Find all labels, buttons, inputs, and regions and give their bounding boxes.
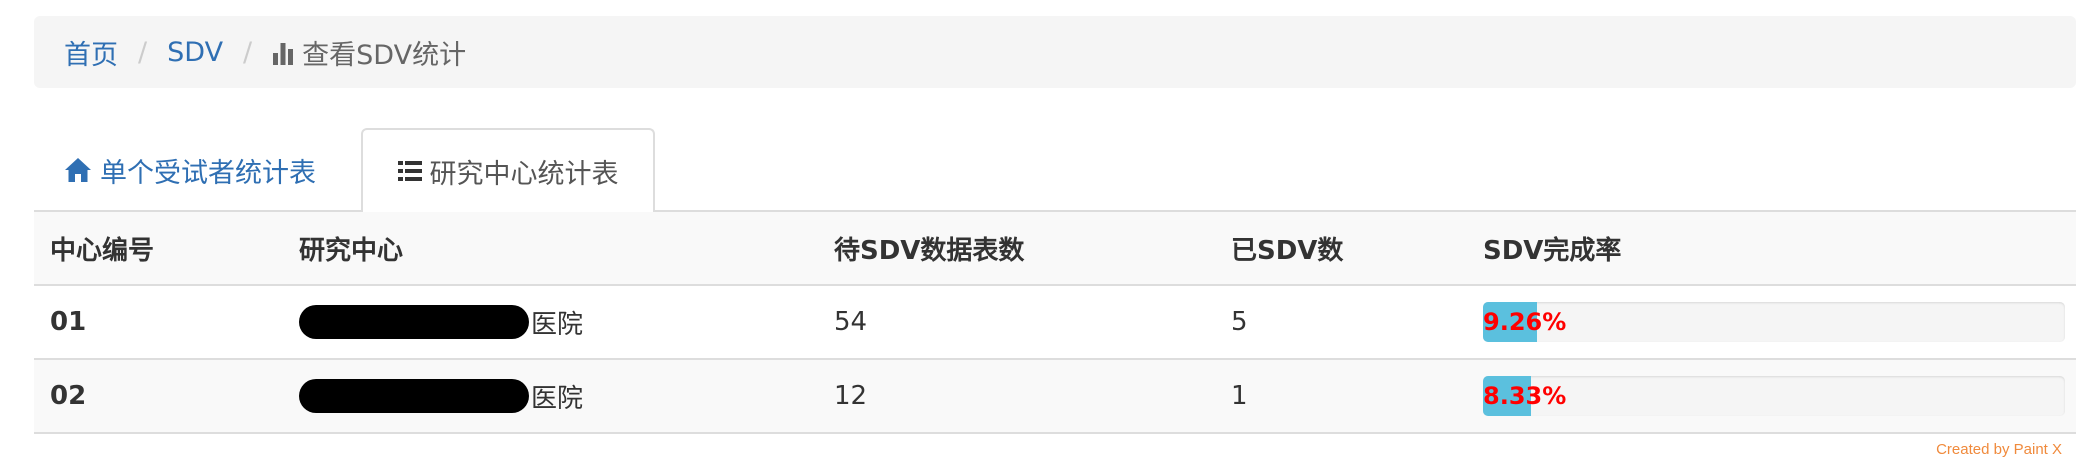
tab-subject-stats-label: 单个受试者统计表	[100, 157, 316, 189]
center-no-cell: 01	[50, 307, 87, 337]
tab-center-stats[interactable]: 研究中心统计表	[361, 128, 655, 214]
center-stats-table: 中心编号 研究中心 待SDV数据表数 已SDV数 SDV完成率 01 医院 54…	[34, 212, 2076, 434]
redacted-block	[299, 379, 529, 413]
breadcrumb-separator: /	[138, 36, 148, 68]
progress-bar-label: 9.26%	[1483, 308, 1567, 336]
table-row: 02 医院 12 1 8.33%	[34, 360, 2076, 434]
breadcrumb-sdv-link[interactable]: SDV	[167, 37, 223, 68]
progress-bar: 9.26%	[1483, 302, 2065, 342]
table-header-row: 中心编号 研究中心 待SDV数据表数 已SDV数 SDV完成率	[34, 212, 2076, 286]
tab-subject-stats[interactable]: 单个受试者统计表	[64, 128, 316, 212]
column-header-pending[interactable]: 待SDV数据表数	[834, 212, 1024, 284]
progress-bar: 8.33%	[1483, 376, 2065, 416]
center-name-text: 医院	[531, 383, 584, 414]
column-header-center-name[interactable]: 研究中心	[299, 212, 403, 284]
column-header-done[interactable]: 已SDV数	[1231, 212, 1343, 284]
list-icon	[397, 160, 422, 182]
pending-count-cell: 12	[834, 381, 868, 411]
breadcrumb-separator: /	[243, 36, 253, 68]
home-icon	[64, 157, 92, 183]
center-name-cell: 医院	[299, 286, 583, 358]
breadcrumb-current-label: 查看SDV统计	[302, 39, 467, 71]
center-no-cell: 02	[50, 381, 87, 411]
tab-center-stats-label: 研究中心统计表	[429, 158, 619, 190]
breadcrumb: 首页 / SDV / 查看SDV统计	[34, 16, 2076, 88]
rate-cell: 9.26%	[1483, 286, 2065, 358]
watermark: Created by Paint X	[1936, 441, 2062, 458]
center-name-text: 医院	[531, 309, 584, 340]
breadcrumb-current: 查看SDV统计	[272, 33, 466, 72]
table-row: 01 医院 54 5 9.26%	[34, 286, 2076, 360]
column-header-center-no[interactable]: 中心编号	[50, 212, 154, 284]
progress-bar-label: 8.33%	[1483, 382, 1567, 410]
redacted-block	[299, 305, 529, 339]
center-name-cell: 医院	[299, 360, 583, 432]
pending-count-cell: 54	[834, 307, 868, 337]
done-count-cell: 5	[1231, 307, 1248, 337]
done-count-cell: 1	[1231, 381, 1248, 411]
tab-bar: 单个受试者统计表 研究中心统计表	[34, 128, 2076, 214]
breadcrumb-home-link[interactable]: 首页	[64, 33, 118, 72]
bar-chart-icon	[272, 39, 294, 65]
rate-cell: 8.33%	[1483, 360, 2065, 432]
column-header-rate[interactable]: SDV完成率	[1483, 212, 2065, 284]
